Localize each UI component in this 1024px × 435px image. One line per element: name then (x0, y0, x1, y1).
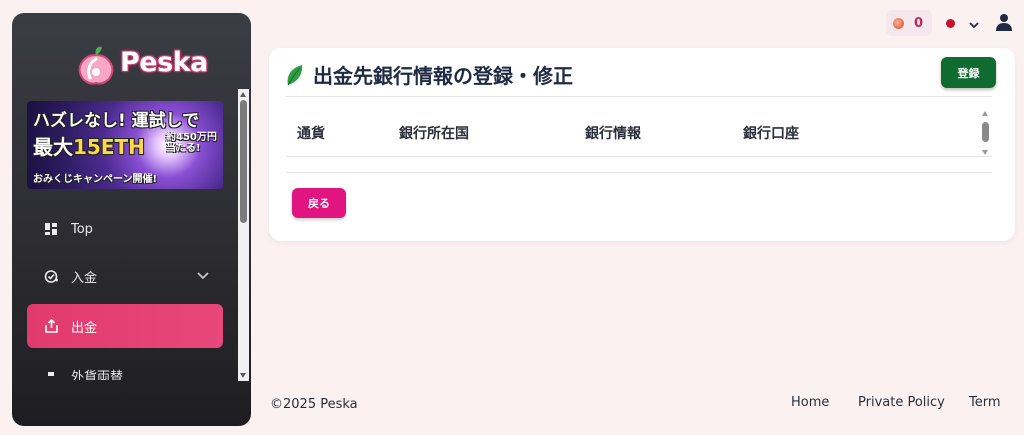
coin-icon (893, 17, 904, 29)
banner-line1: ハズレなし! 運試しで (33, 111, 200, 131)
sidebar: Peska ハズレなし! 運試しで 最大15ETH 約450万円 当たる! おみく… (12, 13, 251, 426)
scroll-down-arrow-icon[interactable] (240, 373, 246, 378)
brand-name: Peska (120, 47, 208, 78)
sidebar-item-deposit[interactable]: 入金 (27, 254, 223, 298)
sidebar-item-top[interactable]: Top (27, 207, 223, 251)
banner-line2: 最大15ETH (33, 135, 145, 159)
sidebar-item-label: 外貨両替 (71, 370, 124, 380)
table-header-currency: 通貨 (297, 126, 325, 142)
scroll-up-arrow-icon[interactable] (240, 92, 246, 97)
sidebar-scrollbar[interactable] (238, 89, 249, 381)
sidebar-item-withdraw[interactable]: 出金 (27, 304, 223, 348)
deposit-icon (43, 268, 59, 284)
sidebar-item-label: 出金 (71, 320, 98, 336)
sidebar-item-exchange[interactable]: 外貨両替 (27, 358, 223, 380)
campaign-banner[interactable]: ハズレなし! 運試しで 最大15ETH 約450万円 当たる! おみくじキャンペー… (27, 101, 223, 189)
peach-logo-icon (78, 46, 114, 85)
table-header-divider (286, 156, 992, 157)
banner-line3: おみくじキャンペーン開催! (33, 174, 158, 185)
banner-side-text: 約450万円 当たる! (166, 132, 217, 154)
coin-balance-chip[interactable]: 0 (886, 10, 932, 36)
bank-info-card: 出金先銀行情報の登録・修正 登録 通貨 銀行所在国 銀行情報 銀行口座 戻る (269, 48, 1015, 241)
withdraw-icon (43, 318, 59, 334)
coin-count: 0 (914, 15, 924, 31)
register-button[interactable]: 登録 (941, 57, 996, 88)
exchange-icon (43, 369, 59, 380)
sidebar-item-label: Top (71, 221, 93, 237)
table-header-bank-info: 銀行情報 (585, 126, 641, 142)
table-bottom-divider (286, 172, 992, 173)
title-divider (286, 96, 992, 97)
user-icon[interactable] (996, 13, 1012, 35)
footer-link-home[interactable]: Home (791, 395, 829, 410)
chevron-down-icon[interactable] (197, 269, 209, 284)
chevron-down-icon (969, 14, 979, 33)
scrollbar-thumb[interactable] (240, 100, 247, 223)
red-dot-flag-icon (946, 19, 955, 28)
back-button[interactable]: 戻る (292, 188, 346, 218)
footer-link-term[interactable]: Term (969, 395, 1001, 410)
scroll-up-arrow-icon[interactable] (982, 111, 988, 116)
leaf-icon (286, 64, 304, 90)
peska-logo[interactable]: Peska (74, 45, 208, 97)
language-selector[interactable] (946, 14, 979, 33)
footer-link-privacy-policy[interactable]: Private Policy (858, 395, 945, 410)
sidebar-item-label: 入金 (71, 270, 98, 286)
page-title: 出金先銀行情報の登録・修正 (313, 64, 573, 88)
dashboard-icon (43, 221, 59, 237)
scrollbar-thumb[interactable] (982, 122, 989, 142)
table-header-bank-country: 銀行所在国 (399, 126, 469, 142)
copyright-text: ©2025 Peska (270, 397, 358, 412)
table-header-bank-account: 銀行口座 (743, 126, 799, 142)
table-scrollbar[interactable] (981, 111, 991, 155)
scroll-down-arrow-icon[interactable] (982, 150, 988, 155)
